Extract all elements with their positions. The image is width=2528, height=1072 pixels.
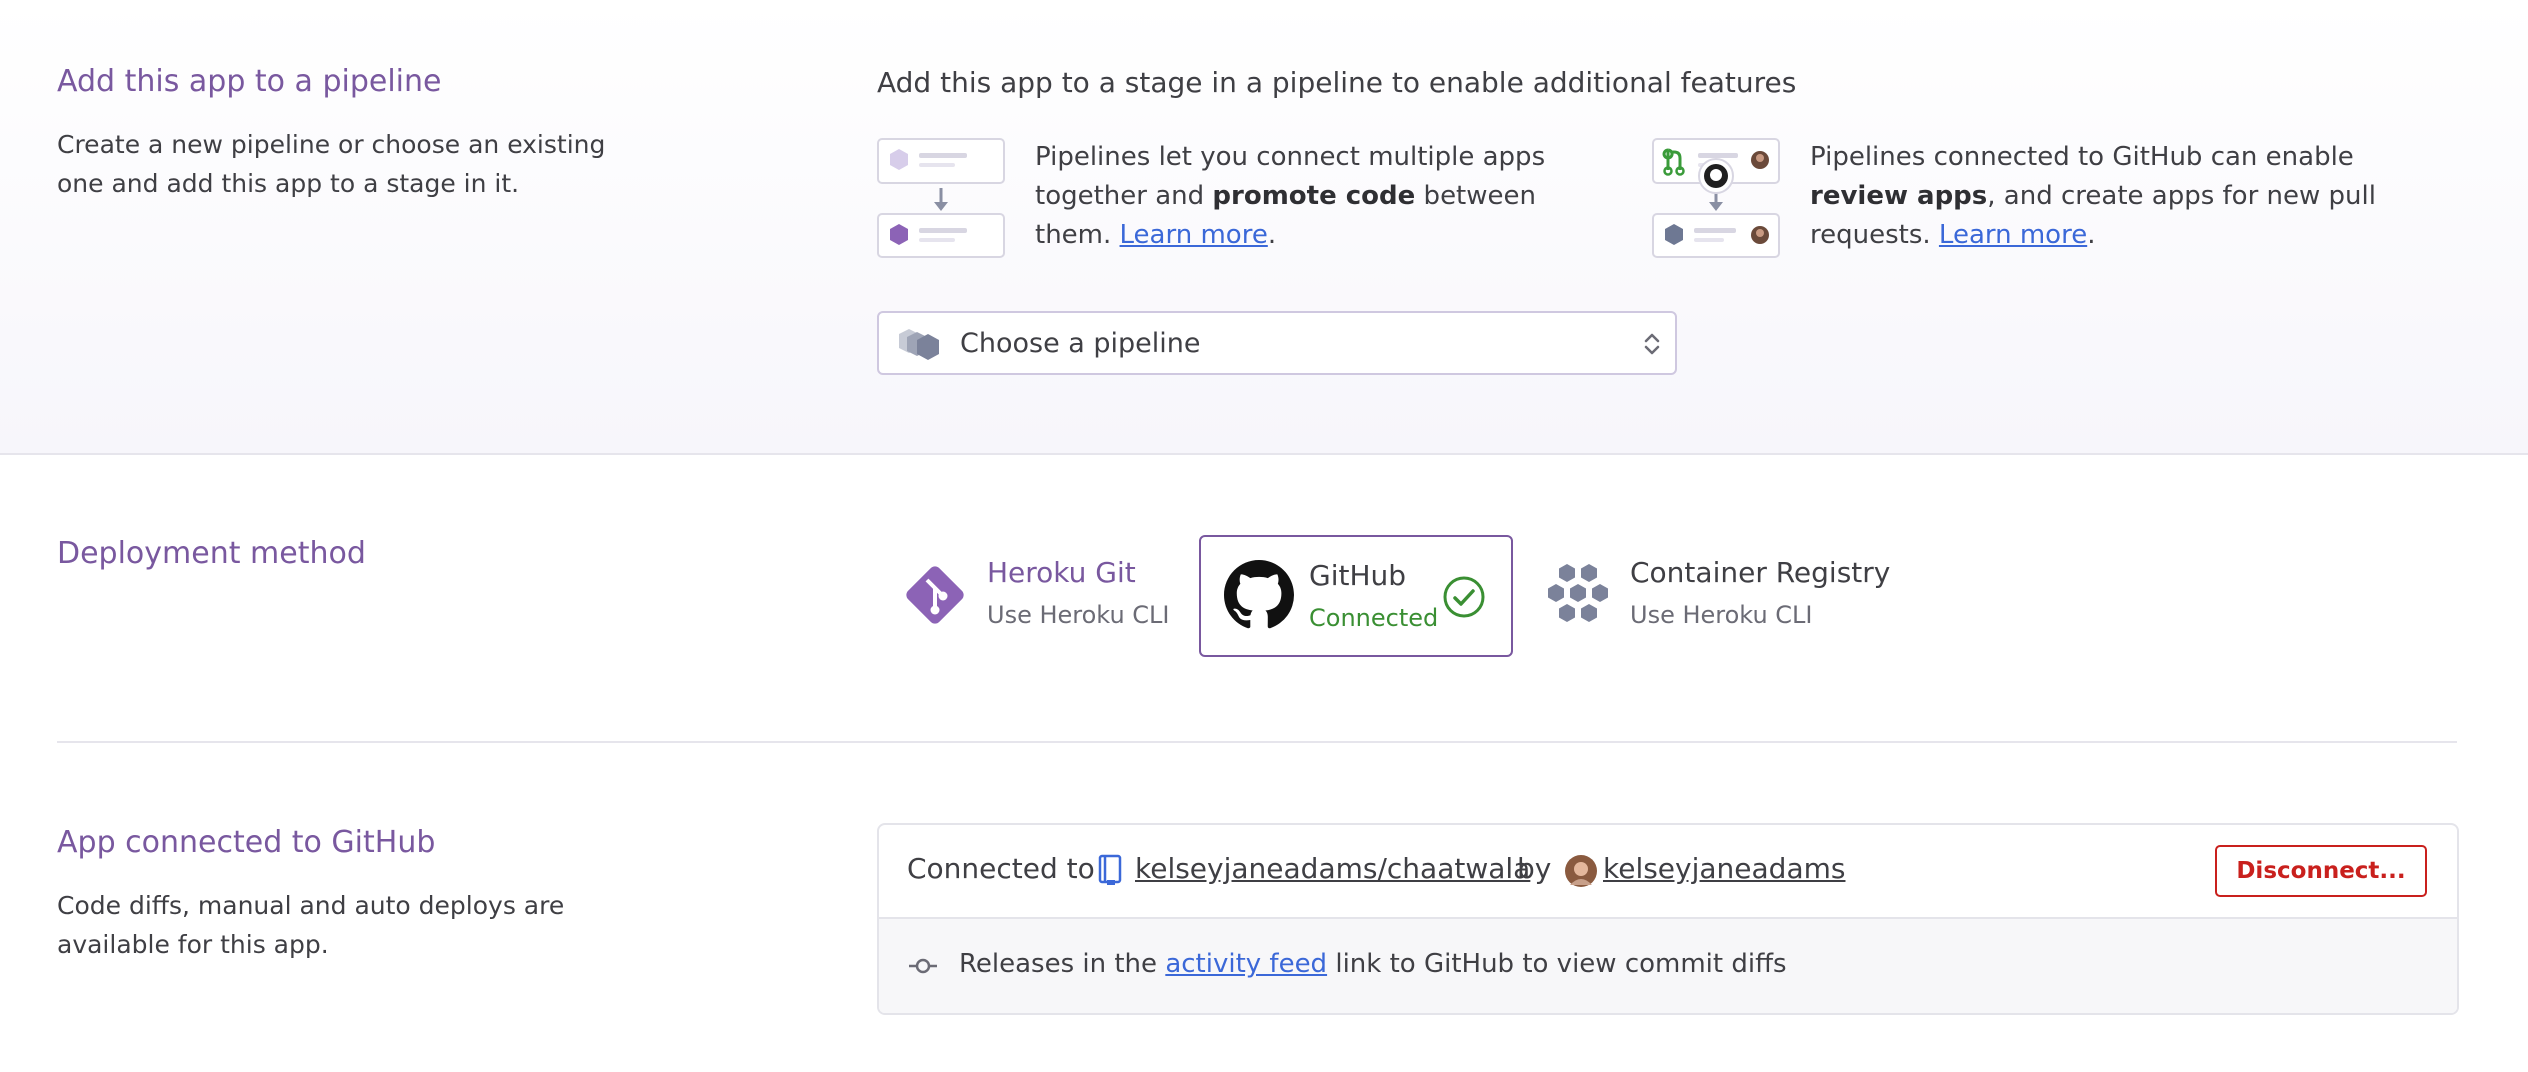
- releases-prefix: Releases in the: [959, 949, 1166, 979]
- container-registry-sub: Use Heroku CLI: [1630, 601, 1813, 629]
- app-connected-description: Code diffs, manual and auto deploys are …: [57, 891, 565, 959]
- pipeline-description: Create a new pipeline or choose an exist…: [57, 130, 606, 198]
- feature1-period: .: [1267, 220, 1277, 250]
- disconnect-button[interactable]: Disconnect...: [2215, 845, 2427, 897]
- user-avatar: [1565, 855, 1597, 891]
- deploy-option-github[interactable]: GitHub Connected: [1199, 535, 1513, 657]
- feature2-text-a: Pipelines connected to GitHub can enable: [1810, 142, 2354, 172]
- pipeline-heading: Add this app to a stage in a pipeline to…: [877, 66, 1797, 99]
- choose-pipeline-select[interactable]: Choose a pipeline: [877, 311, 1677, 375]
- releases-row: Releases in the activity feed link to Gi…: [879, 917, 2457, 1013]
- pipeline-promote-illustration: [877, 138, 1005, 258]
- deploy-option-heroku-git[interactable]: Heroku Git Use Heroku CLI: [900, 556, 1180, 646]
- github-connection-panel: Connected to kelseyjaneadams/chaatwala b…: [877, 823, 2459, 1015]
- choose-pipeline-label: Choose a pipeline: [960, 328, 1201, 359]
- pipeline-stack-icon: [895, 327, 947, 365]
- pipeline-section: Add this app to a pipeline Create a new …: [0, 0, 2528, 455]
- repo-book-icon: [1098, 854, 1122, 890]
- github-name: GitHub: [1309, 559, 1407, 592]
- repo-link[interactable]: kelseyjaneadams/chaatwala: [1135, 852, 1530, 885]
- app-connected-title: App connected to GitHub: [57, 825, 436, 860]
- connection-row: Connected to kelseyjaneadams/chaatwala b…: [879, 825, 2457, 917]
- user-link[interactable]: kelseyjaneadams: [1603, 852, 1845, 885]
- by-label: by: [1517, 852, 1552, 885]
- check-circle-icon: [1442, 575, 1486, 623]
- releases-suffix: link to GitHub to view commit diffs: [1327, 949, 1787, 979]
- commit-icon: [909, 955, 937, 981]
- section-divider: [57, 741, 2457, 743]
- feature2-bold: review apps: [1810, 181, 1988, 211]
- pipeline-title: Add this app to a pipeline: [57, 64, 442, 99]
- chevron-up-down-icon: [1643, 331, 1661, 361]
- releases-text: Releases in the activity feed link to Gi…: [959, 949, 1787, 979]
- deploy-option-container-registry[interactable]: Container Registry Use Heroku CLI: [1545, 556, 1925, 646]
- pipeline-review-apps-illustration: [1652, 138, 1780, 258]
- learn-more-link-2[interactable]: Learn more: [1939, 220, 2087, 250]
- deployment-method-title: Deployment method: [57, 536, 366, 571]
- activity-feed-link[interactable]: activity feed: [1165, 949, 1327, 979]
- container-registry-name: Container Registry: [1630, 556, 1891, 589]
- github-icon: [1224, 560, 1294, 634]
- pipeline-promote-text: Pipelines let you connect multiple apps …: [1035, 138, 1595, 255]
- feature2-period: .: [2087, 220, 2096, 250]
- feature1-bold: promote code: [1212, 181, 1416, 211]
- pipeline-review-apps-text: Pipelines connected to GitHub can enable…: [1810, 138, 2450, 255]
- github-connected-status: Connected: [1309, 604, 1439, 632]
- connected-to-label: Connected to: [907, 852, 1095, 885]
- heroku-git-name: Heroku Git: [987, 556, 1136, 589]
- heroku-git-sub: Use Heroku CLI: [987, 601, 1170, 629]
- learn-more-link-1[interactable]: Learn more: [1120, 220, 1268, 250]
- container-registry-icon: [1545, 560, 1611, 630]
- heroku-git-icon: [900, 560, 970, 634]
